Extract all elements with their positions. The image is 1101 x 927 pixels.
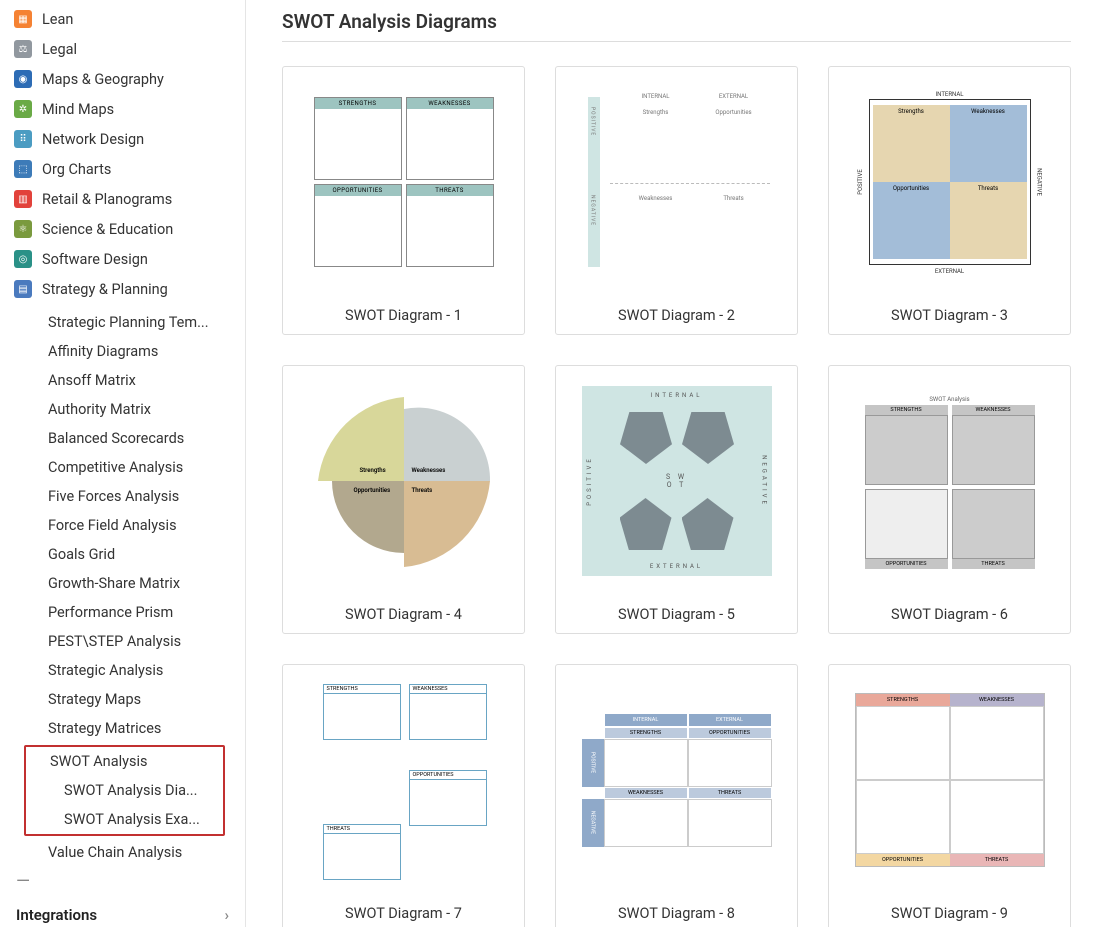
sidebar-item-label: Network Design bbox=[42, 131, 144, 148]
template-preview: Strengths Weaknesses Opportunities Threa… bbox=[283, 366, 524, 596]
sidebar-item-affinity-diagrams[interactable]: Affinity Diagrams bbox=[0, 337, 245, 366]
template-card-swot-1[interactable]: STRENGTHS WEAKNESSES OPPORTUNITIES THREA… bbox=[282, 66, 525, 335]
sidebar-item-authority-matrix[interactable]: Authority Matrix bbox=[0, 395, 245, 424]
lean-icon: ▦ bbox=[14, 10, 32, 28]
mind-icon: ✲ bbox=[14, 100, 32, 118]
template-card-swot-8[interactable]: INTERNALEXTERNAL STRENGTHSOPPORTUNITIES … bbox=[555, 664, 798, 927]
sidebar-item-ansoff-matrix[interactable]: Ansoff Matrix bbox=[0, 366, 245, 395]
template-label: SWOT Diagram - 7 bbox=[283, 895, 524, 927]
sidebar-item-balanced-scorecards[interactable]: Balanced Scorecards bbox=[0, 424, 245, 453]
sidebar-item-lean[interactable]: ▦ Lean bbox=[0, 4, 245, 34]
template-preview: INTERNALEXTERNAL STRENGTHSOPPORTUNITIES … bbox=[556, 665, 797, 895]
swot-highlight-box: SWOT Analysis SWOT Analysis Dia... SWOT … bbox=[24, 745, 225, 836]
maps-icon: ◉ bbox=[14, 70, 32, 88]
sidebar-item-value-chain[interactable]: Value Chain Analysis bbox=[0, 838, 245, 867]
sidebar-item-strategy[interactable]: ▤ Strategy & Planning bbox=[0, 274, 245, 304]
template-card-swot-9[interactable]: STRENGTHSWEAKNESSES OPPORTUNITIESTHREATS… bbox=[828, 664, 1071, 927]
sidebar-item-pest-step-analysis[interactable]: PEST\STEP Analysis bbox=[0, 627, 245, 656]
sidebar-item-label: Mind Maps bbox=[42, 101, 114, 118]
sidebar-item-label: Legal bbox=[42, 41, 77, 58]
sidebar-item-label: Strategy & Planning bbox=[42, 281, 168, 298]
sidebar-item-swot-analysis-diagrams[interactable]: SWOT Analysis Dia... bbox=[26, 776, 223, 805]
template-preview: STRENGTHS WEAKNESSES OPPORTUNITIES THREA… bbox=[283, 665, 524, 895]
template-label: SWOT Diagram - 8 bbox=[556, 895, 797, 927]
org-icon: ⬚ bbox=[14, 160, 32, 178]
sidebar-item-strategy-matrices[interactable]: Strategy Matrices bbox=[0, 714, 245, 743]
sidebar-item-growth-share-matrix[interactable]: Growth-Share Matrix bbox=[0, 569, 245, 598]
sidebar-item-swot-analysis[interactable]: SWOT Analysis bbox=[26, 747, 223, 776]
template-label: SWOT Diagram - 9 bbox=[829, 895, 1070, 927]
template-preview: INTERNAL EXTERNAL Strengths Opportunitie… bbox=[556, 67, 797, 297]
page-title: SWOT Analysis Diagrams bbox=[282, 10, 1071, 42]
sidebar-item-network[interactable]: ⠿ Network Design bbox=[0, 124, 245, 154]
sidebar-item-five-forces-analysis[interactable]: Five Forces Analysis bbox=[0, 482, 245, 511]
sidebar-item-org[interactable]: ⬚ Org Charts bbox=[0, 154, 245, 184]
sidebar-item-strategic-planning-tem[interactable]: Strategic Planning Tem... bbox=[0, 308, 245, 337]
sidebar-items: ▦ Lean ⚖ Legal ◉ Maps & Geography ✲ Mind Maps ⠿ N… bbox=[0, 0, 245, 308]
template-preview: STRENGTHS WEAKNESSES OPPORTUNITIES THREA… bbox=[283, 67, 524, 297]
template-card-swot-4[interactable]: Strengths Weaknesses Opportunities Threa… bbox=[282, 365, 525, 634]
template-grid: STRENGTHS WEAKNESSES OPPORTUNITIES THREA… bbox=[282, 66, 1071, 927]
retail-icon: ▥ bbox=[14, 190, 32, 208]
sidebar-item-retail[interactable]: ▥ Retail & Planograms bbox=[0, 184, 245, 214]
sidebar-item-label: Org Charts bbox=[42, 161, 111, 178]
template-preview: SWOT Analysis STRENGTHS WEAKNESSES OPPOR… bbox=[829, 366, 1070, 596]
template-preview: INTERNAL EXTERNAL POSITIVE NEGATIVE S W … bbox=[556, 366, 797, 596]
template-label: SWOT Diagram - 5 bbox=[556, 596, 797, 633]
template-label: SWOT Diagram - 6 bbox=[829, 596, 1070, 633]
main-content: SWOT Analysis Diagrams STRENGTHS WEAKNES… bbox=[246, 0, 1101, 927]
sidebar-item-label: Lean bbox=[42, 11, 73, 28]
network-icon: ⠿ bbox=[14, 130, 32, 148]
sidebar-item-force-field-analysis[interactable]: Force Field Analysis bbox=[0, 511, 245, 540]
integrations-header[interactable]: Integrations › bbox=[0, 896, 245, 927]
sidebar-item-strategy-maps[interactable]: Strategy Maps bbox=[0, 685, 245, 714]
sidebar-item-strategic-analysis[interactable]: Strategic Analysis bbox=[0, 656, 245, 685]
sidebar-item-legal[interactable]: ⚖ Legal bbox=[0, 34, 245, 64]
sidebar-item-performance-prism[interactable]: Performance Prism bbox=[0, 598, 245, 627]
sidebar-item-label: Retail & Planograms bbox=[42, 191, 172, 208]
template-label: SWOT Diagram - 2 bbox=[556, 297, 797, 334]
template-card-swot-3[interactable]: INTERNAL EXTERNAL POSITIVE NEGATIVE Stre… bbox=[828, 66, 1071, 335]
chevron-right-icon: › bbox=[224, 906, 229, 924]
sidebar-item-software[interactable]: ◎ Software Design bbox=[0, 244, 245, 274]
sidebar-item-swot-analysis-examples[interactable]: SWOT Analysis Exa... bbox=[26, 805, 223, 834]
template-card-swot-2[interactable]: INTERNAL EXTERNAL Strengths Opportunitie… bbox=[555, 66, 798, 335]
sidebar[interactable]: ▦ Lean ⚖ Legal ◉ Maps & Geography ✲ Mind Maps ⠿ N… bbox=[0, 0, 246, 927]
strategy-icon: ▤ bbox=[14, 280, 32, 298]
collapse-handle[interactable]: — bbox=[0, 867, 245, 896]
sidebar-item-maps[interactable]: ◉ Maps & Geography bbox=[0, 64, 245, 94]
sidebar-item-competitive-analysis[interactable]: Competitive Analysis bbox=[0, 453, 245, 482]
sidebar-item-goals-grid[interactable]: Goals Grid bbox=[0, 540, 245, 569]
sidebar-item-label: Software Design bbox=[42, 251, 148, 268]
integrations-label: Integrations bbox=[16, 906, 97, 924]
legal-icon: ⚖ bbox=[14, 40, 32, 58]
template-preview: STRENGTHSWEAKNESSES OPPORTUNITIESTHREATS bbox=[829, 665, 1070, 895]
template-label: SWOT Diagram - 4 bbox=[283, 596, 524, 633]
sidebar-item-mind[interactable]: ✲ Mind Maps bbox=[0, 94, 245, 124]
template-card-swot-5[interactable]: INTERNAL EXTERNAL POSITIVE NEGATIVE S W … bbox=[555, 365, 798, 634]
sidebar-item-label: Maps & Geography bbox=[42, 71, 164, 88]
software-icon: ◎ bbox=[14, 250, 32, 268]
sidebar-item-science[interactable]: ⚛ Science & Education bbox=[0, 214, 245, 244]
science-icon: ⚛ bbox=[14, 220, 32, 238]
template-card-swot-6[interactable]: SWOT Analysis STRENGTHS WEAKNESSES OPPOR… bbox=[828, 365, 1071, 634]
sidebar-item-label: Science & Education bbox=[42, 221, 173, 238]
template-preview: INTERNAL EXTERNAL POSITIVE NEGATIVE Stre… bbox=[829, 67, 1070, 297]
template-label: SWOT Diagram - 1 bbox=[283, 297, 524, 334]
template-label: SWOT Diagram - 3 bbox=[829, 297, 1070, 334]
template-card-swot-7[interactable]: STRENGTHS WEAKNESSES OPPORTUNITIES THREA… bbox=[282, 664, 525, 927]
